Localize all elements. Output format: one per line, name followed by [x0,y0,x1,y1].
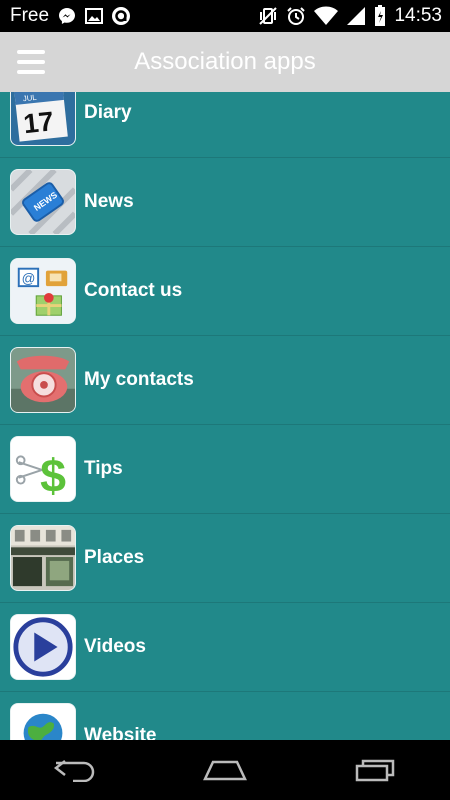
svg-text:$: $ [40,449,66,501]
list-item-label: Contact us [84,280,183,301]
menu-list[interactable]: JUL 17 Diary NEWS News @ Contact us My c… [0,92,450,740]
globe-icon [10,703,76,740]
alarm-icon [286,6,306,26]
back-icon[interactable] [45,750,105,790]
image-icon [85,8,104,24]
battery-icon [374,5,386,27]
page-title: Association apps [134,48,316,75]
recents-icon[interactable] [345,750,405,790]
list-item-label: Places [84,547,145,568]
vibrate-icon [258,6,278,26]
messenger-icon [57,6,77,26]
dollar-tips-icon: $ [10,436,76,502]
list-item-label: Tips [84,458,123,479]
carrier-label: Free [10,5,50,26]
list-item-diary[interactable]: JUL 17 Diary [0,92,450,158]
list-item-contact-us[interactable]: @ Contact us [0,247,450,336]
list-item-my-contacts[interactable]: My contacts [0,336,450,425]
clock-label: 14:53 [394,5,442,26]
rotary-phone-icon [10,347,76,413]
wifi-icon [314,6,339,26]
list-item-label: My contacts [84,369,194,390]
svg-text:17: 17 [22,105,55,139]
list-item-label: News [84,191,134,212]
news-key-icon: NEWS [10,169,76,235]
status-bar: Free 14:53 [0,0,450,32]
list-item-website[interactable]: Website [0,692,450,740]
list-item-label: Videos [84,636,146,657]
list-item-label: Website [84,725,157,740]
signal-icon [346,6,366,26]
app-bar: Association apps [0,32,450,92]
svg-text:JUL: JUL [22,93,37,103]
list-item-tips[interactable]: $ Tips [0,425,450,514]
app-notification-icon [111,6,131,26]
storefront-icon [10,525,76,591]
list-item-places[interactable]: Places [0,514,450,603]
svg-text:@: @ [22,271,36,286]
play-icon [10,614,76,680]
hamburger-menu-icon[interactable] [17,50,45,74]
list-item-label: Diary [84,102,132,123]
contact-icon: @ [10,258,76,324]
list-item-news[interactable]: NEWS News [0,158,450,247]
calendar-icon: JUL 17 [10,92,76,146]
list-item-videos[interactable]: Videos [0,603,450,692]
home-icon[interactable] [195,750,255,790]
navigation-bar [0,740,450,800]
